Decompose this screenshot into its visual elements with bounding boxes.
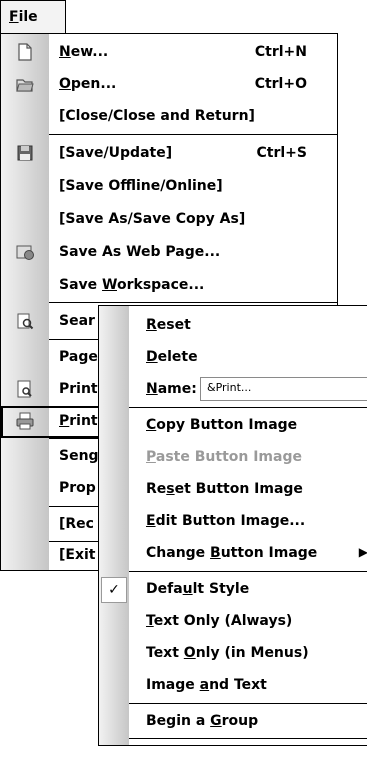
ctx-item-label: Begin a Group (146, 713, 259, 729)
menu-separator (129, 407, 367, 408)
web-page-icon (16, 245, 34, 260)
ctx-item-begin-group[interactable]: Begin a Group (99, 706, 367, 738)
menu-separator (49, 302, 337, 303)
menu-separator (129, 571, 367, 572)
menu-item-label: New... (59, 44, 109, 60)
ctx-item-label: Image and Text (146, 677, 267, 693)
menu-item-label: Print (59, 413, 98, 429)
ctx-item-label: Assign Macro... (146, 745, 267, 746)
floppy-disk-icon (17, 145, 33, 161)
ctx-item-label: Copy Button Image (146, 417, 298, 433)
menu-separator (129, 703, 367, 704)
menu-item-label: Page (59, 349, 98, 365)
menu-item-label: [Save Offline/Online] (59, 178, 223, 194)
name-field-label: Name: (146, 381, 197, 397)
customize-context-menu: Reset Delete Name: &Print... Copy Button… (98, 305, 367, 746)
menu-item-shortcut: Ctrl+S (256, 145, 307, 161)
ctx-item-copy-button-image[interactable]: Copy Button Image (99, 410, 367, 442)
print-preview-icon (17, 380, 32, 398)
menu-item-save-offline[interactable]: [Save Offline/Online] (1, 171, 337, 203)
ctx-item-assign-macro[interactable]: Assign Macro... (99, 738, 367, 746)
menu-item-label: Prop (59, 480, 96, 496)
menu-item-label: Sear (59, 313, 95, 329)
ctx-item-label: Default Style (146, 581, 250, 597)
ctx-item-label: Change Button Image (146, 545, 318, 561)
ctx-item-label: Reset Button Image (146, 481, 303, 497)
menu-item-close[interactable]: [Close/Close and Return] (1, 101, 337, 133)
menu-item-save-as[interactable]: [Save As/Save Copy As] (1, 204, 337, 236)
menu-item-shortcut: Ctrl+N (254, 44, 307, 60)
ctx-item-text-only-menus[interactable]: Text Only (in Menus) (99, 638, 367, 670)
menu-item-label: Save Workspace... (59, 277, 205, 293)
menu-item-shortcut: Ctrl+O (254, 76, 307, 92)
menu-separator (49, 134, 337, 135)
menu-item-label: [Save As/Save Copy As] (59, 211, 246, 227)
ctx-item-label: Edit Button Image... (146, 513, 306, 529)
menu-item-label: [Close/Close and Return] (59, 108, 255, 124)
ctx-item-edit-button-image[interactable]: Edit Button Image... (99, 506, 367, 538)
ctx-item-delete[interactable]: Delete (99, 342, 367, 374)
ctx-item-change-button-image[interactable]: Change Button Image ▶ (99, 538, 367, 570)
ctx-item-label: Text Only (Always) (146, 613, 293, 629)
file-menu-label: File (9, 9, 38, 25)
menu-item-open[interactable]: Open... Ctrl+O (1, 69, 337, 101)
menu-item-label: Seng (59, 448, 99, 464)
menu-item-label: [Save/Update] (59, 145, 173, 161)
file-menu-button[interactable]: File (0, 0, 66, 34)
menu-item-save[interactable]: [Save/Update] Ctrl+S (1, 138, 337, 170)
menu-item-label: [Exit (59, 547, 96, 563)
menu-item-label: Save As Web Page... (59, 244, 221, 260)
ctx-item-reset-button-image[interactable]: Reset Button Image (99, 474, 367, 506)
ctx-item-label: Delete (146, 349, 198, 365)
ctx-item-label: Paste Button Image (146, 449, 302, 465)
ctx-item-image-and-text[interactable]: Image and Text (99, 670, 367, 702)
menu-item-new[interactable]: New... Ctrl+N (1, 37, 337, 69)
menu-item-label: Open... (59, 76, 117, 92)
ctx-item-default-style[interactable]: ✓ Default Style (99, 574, 367, 606)
ctx-item-reset[interactable]: Reset (99, 310, 367, 342)
menu-item-save-workspace[interactable]: Save Workspace... (1, 270, 337, 302)
open-folder-icon (16, 79, 34, 92)
submenu-arrow-icon: ▶ (359, 545, 367, 559)
menu-item-save-as-web-page[interactable]: Save As Web Page... (1, 237, 337, 269)
ctx-item-name: Name: &Print... (99, 374, 367, 406)
search-file-icon (17, 313, 34, 330)
ctx-item-paste-button-image: Paste Button Image (99, 442, 367, 474)
ctx-item-label: Text Only (in Menus) (146, 645, 309, 661)
ctx-item-text-only-always[interactable]: Text Only (Always) (99, 606, 367, 638)
name-field[interactable]: &Print... (200, 377, 367, 401)
menu-item-label: [Rec (59, 516, 94, 532)
new-document-icon (18, 43, 32, 61)
printer-icon (16, 412, 34, 430)
checkmark-icon: ✓ (101, 577, 127, 603)
menu-item-label: Print (59, 381, 98, 397)
ctx-item-label: Reset (146, 317, 191, 333)
